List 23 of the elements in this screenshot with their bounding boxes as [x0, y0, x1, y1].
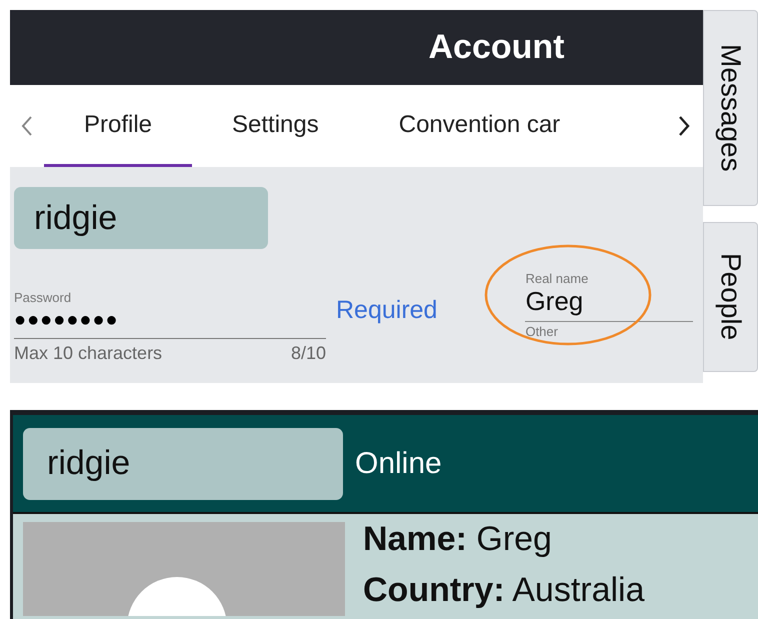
chevron-right-icon[interactable] — [677, 114, 691, 138]
required-text: Required — [336, 296, 438, 325]
window-title: Account — [428, 28, 564, 67]
field-label: Other — [525, 324, 559, 339]
password-field[interactable]: Password ●●●●●●●● — [14, 290, 326, 339]
status-text: Online — [355, 446, 442, 480]
real-name-value: Greg — [525, 286, 584, 317]
side-tab[interactable]: People — [703, 222, 758, 372]
hint-text: Max 10 characters — [14, 343, 162, 364]
avatar-icon — [23, 522, 345, 616]
tab[interactable]: Settings — [192, 85, 359, 167]
side-tab[interactable]: Messages — [703, 10, 758, 206]
detail-text: Country: Australia — [363, 570, 645, 611]
chevron-left-icon[interactable] — [20, 114, 34, 138]
character-counter: 8/10 — [290, 343, 326, 364]
field-label: Password — [14, 290, 72, 305]
field-label: Real name — [525, 271, 590, 286]
tab[interactable]: Convention car — [358, 85, 560, 167]
username-field[interactable]: ridgie — [14, 187, 268, 249]
username-badge: ridgie — [23, 428, 343, 500]
password-value: ●●●●●●●● — [14, 309, 120, 332]
detail-text: Name: Greg — [363, 519, 553, 560]
real-name-field[interactable]: Real name Greg — [525, 271, 694, 322]
